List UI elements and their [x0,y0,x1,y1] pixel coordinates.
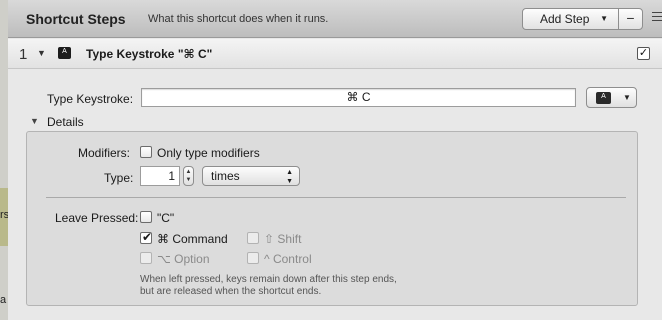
add-step-label: Add Step [540,12,590,26]
step-header: 1 ▼ A Type Keystroke "⌘ C" ✓ [8,39,662,69]
leave-pressed-c-checkbox[interactable] [140,211,152,223]
leave-pressed-shift-checkbox[interactable] [247,232,259,244]
details-label[interactable]: Details [47,115,84,129]
chevron-down-icon: ▼ [600,14,608,23]
leave-pressed-shift-label: ⇧ Shift [264,232,302,246]
panel-title: Shortcut Steps [26,11,126,27]
keystroke-options-button[interactable]: A ▼ [586,87,637,108]
type-keystroke-label: Type Keystroke: [47,92,134,106]
type-count-input[interactable]: 1 [140,166,180,186]
leave-pressed-command-label[interactable]: ⌘ Command [157,232,228,246]
details-disclosure-icon[interactable]: ▼ [30,116,39,126]
type-unit-value: times [211,169,240,183]
chevron-down-icon: ▼ [623,93,631,102]
updown-arrows-icon: ▲ ▼ [286,169,293,185]
leave-pressed-option-label: ⌥ Option [157,252,210,266]
shortcut-steps-panel: Shortcut Steps What this shortcut does w… [8,0,662,320]
keystroke-input[interactable]: ⌘ C [141,88,576,107]
disclosure-triangle-icon[interactable]: ▼ [37,48,46,58]
panel-header: Shortcut Steps What this shortcut does w… [8,0,662,38]
type-unit-select[interactable]: times ▲ ▼ [202,166,300,186]
note-line: but are released when the shortcut ends. [140,286,322,297]
only-modifiers-checkbox[interactable] [140,146,152,158]
menu-icon[interactable] [652,12,662,24]
background-text-fragment: a [0,294,7,306]
step-number: 1 [19,46,28,63]
keyboard-icon: A [58,47,71,59]
panel-subtitle: What this shortcut does when it runs. [148,13,329,25]
step-title: Type Keystroke "⌘ C" [86,47,213,61]
type-label: Type: [104,171,134,185]
leave-pressed-control-checkbox[interactable] [247,252,259,264]
leave-pressed-command-checkbox[interactable] [140,230,152,244]
modifiers-label: Modifiers: [78,146,131,160]
only-modifiers-label[interactable]: Only type modifiers [157,146,260,160]
note-line: When left pressed, keys remain down afte… [140,274,397,285]
leave-pressed-option-checkbox[interactable] [140,252,152,264]
leave-pressed-c-label[interactable]: "C" [157,211,174,225]
type-count-stepper[interactable]: ▲ ▼ [183,166,194,186]
remove-step-button[interactable]: − [618,8,643,30]
leave-pressed-note: When left pressed, keys remain down afte… [140,274,397,298]
keyboard-icon: A [596,92,611,104]
divider [46,197,626,198]
leave-pressed-control-label: ^ Control [264,252,312,266]
step-enabled-checkbox[interactable]: ✓ [637,47,650,60]
leave-pressed-label: Leave Pressed: [55,211,139,225]
add-step-button[interactable]: Add Step ▼ [522,8,619,30]
